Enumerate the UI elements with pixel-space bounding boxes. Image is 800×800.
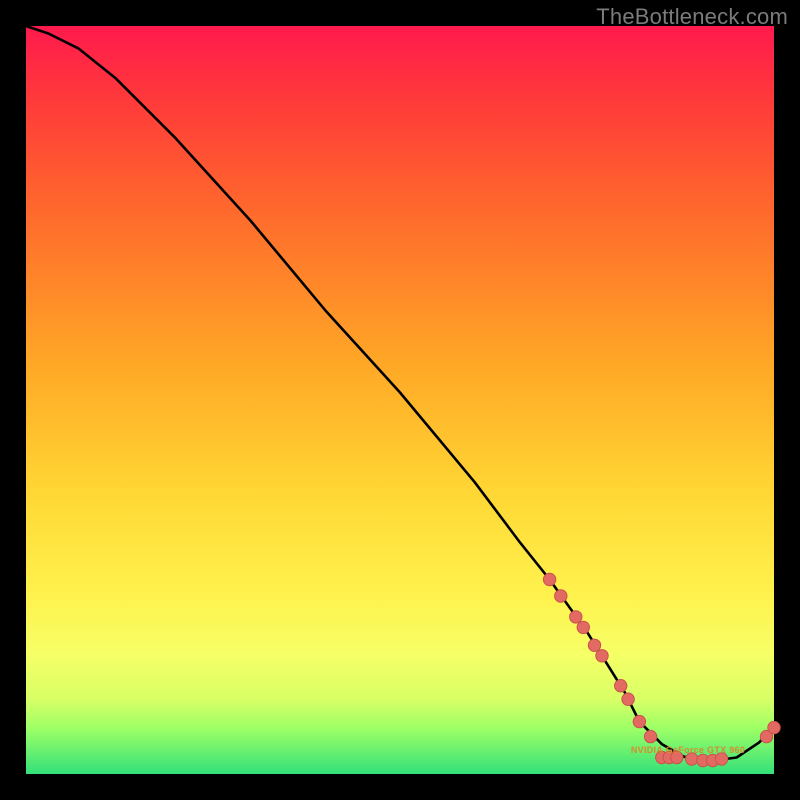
marker-dot (543, 573, 555, 585)
marker-dot (644, 730, 656, 742)
svg-text:NVIDIA GeForce GTX 960: NVIDIA GeForce GTX 960 (631, 745, 745, 755)
marker-dot (633, 715, 645, 727)
marker-dot (768, 721, 780, 733)
marker-dot (570, 611, 582, 623)
marker-dots (543, 573, 780, 766)
marker-dot (622, 693, 634, 705)
marker-dot (577, 621, 589, 633)
chart-stage: TheBottleneck.com NVIDIA GeForce GTX 960 (0, 0, 800, 800)
chart-plot-area: NVIDIA GeForce GTX 960 (26, 26, 774, 774)
marker-label: NVIDIA GeForce GTX 960 (631, 745, 745, 755)
marker-dot (615, 680, 627, 692)
curve-line (26, 26, 774, 761)
marker-dot (555, 590, 567, 602)
chart-svg: NVIDIA GeForce GTX 960 (26, 26, 774, 774)
marker-dot (588, 639, 600, 651)
marker-dot (596, 650, 608, 662)
